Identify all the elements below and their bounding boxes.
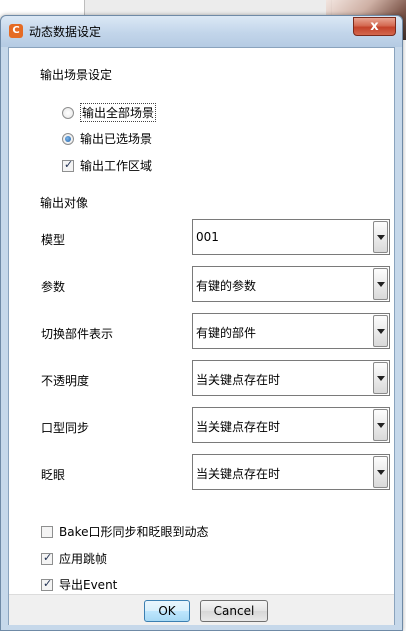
- blink-select[interactable]: 当关键点存在时: [192, 454, 390, 490]
- background-panel: [84, 0, 332, 16]
- checkbox-icon: [41, 525, 53, 538]
- close-icon: x: [370, 19, 379, 34]
- target-section-label: 输出对像: [40, 196, 89, 210]
- lip-sync-label: 口型同步: [41, 421, 90, 435]
- lip-sync-select-value: 当关键点存在时: [196, 420, 281, 434]
- checkbox-icon-checked: [41, 577, 53, 591]
- radio-label: 输出已选场景: [80, 132, 153, 146]
- close-button[interactable]: x: [353, 17, 396, 36]
- chevron-down-icon[interactable]: [373, 221, 388, 253]
- checkbox-label: Bake口形同步和眨眼到动态: [59, 525, 209, 539]
- chevron-down-icon[interactable]: [373, 268, 388, 300]
- cancel-button[interactable]: Cancel: [200, 600, 268, 622]
- checkbox-export-event[interactable]: 导出Event: [41, 576, 117, 593]
- parameters-select-value: 有键的参数: [196, 279, 257, 293]
- chevron-down-icon[interactable]: [373, 315, 388, 347]
- model-select[interactable]: 001: [192, 219, 390, 255]
- parameters-select[interactable]: 有键的参数: [192, 266, 390, 302]
- chevron-down-icon[interactable]: [373, 456, 388, 488]
- checkbox-label: 导出Event: [59, 578, 118, 592]
- model-label: 模型: [41, 233, 66, 247]
- blink-select-value: 当关键点存在时: [196, 467, 281, 481]
- checkbox-bake-lipsync-blink[interactable]: Bake口形同步和眨眼到动态: [41, 523, 209, 540]
- scene-section-label: 输出场景设定: [40, 68, 113, 82]
- part-switch-select[interactable]: 有键的部件: [192, 313, 390, 349]
- checkbox-apply-frame-skip[interactable]: 应用跳帧: [41, 550, 107, 567]
- dialog-client: 输出场景设定 输出全部场景 输出已选场景 输出工作区域 输出对像 模型 001 …: [8, 47, 395, 625]
- checkbox-icon-checked: [62, 158, 74, 172]
- checkbox-label: 输出工作区域: [80, 159, 153, 173]
- opacity-label: 不透明度: [41, 374, 90, 388]
- radio-icon: [62, 106, 74, 119]
- opacity-select[interactable]: 当关键点存在时: [192, 360, 390, 396]
- model-select-value: 001: [196, 230, 219, 244]
- radio-output-all-scenes[interactable]: 输出全部场景: [62, 103, 157, 122]
- lip-sync-select[interactable]: 当关键点存在时: [192, 407, 390, 443]
- checkbox-output-work-area[interactable]: 输出工作区域: [62, 157, 152, 174]
- chevron-down-icon[interactable]: [373, 362, 388, 394]
- radio-output-selected-scenes[interactable]: 输出已选场景: [62, 130, 152, 147]
- app-icon: C: [9, 24, 23, 38]
- button-bar: OK Cancel: [9, 594, 394, 625]
- part-switch-select-value: 有键的部件: [196, 326, 257, 340]
- checkbox-label: 应用跳帧: [59, 552, 108, 566]
- opacity-select-value: 当关键点存在时: [196, 373, 281, 387]
- radio-label: 输出全部场景: [80, 103, 157, 122]
- chevron-down-icon[interactable]: [373, 409, 388, 441]
- radio-icon-selected: [62, 132, 74, 145]
- parameters-label: 参数: [41, 280, 66, 294]
- part-switch-label: 切换部件表示: [41, 327, 114, 341]
- ok-button[interactable]: OK: [144, 600, 190, 622]
- blink-label: 眨眼: [41, 468, 66, 482]
- dialog-window: C 动态数据设定 x 输出场景设定 输出全部场景 输出已选场景 输出工作区域 输…: [0, 15, 403, 631]
- settings-panel: 输出场景设定 输出全部场景 输出已选场景 输出工作区域 输出对像 模型 001 …: [9, 48, 394, 593]
- dialog-title: 动态数据设定: [29, 25, 102, 39]
- checkbox-icon-checked: [41, 551, 53, 565]
- title-bar[interactable]: C 动态数据设定 x: [1, 16, 402, 47]
